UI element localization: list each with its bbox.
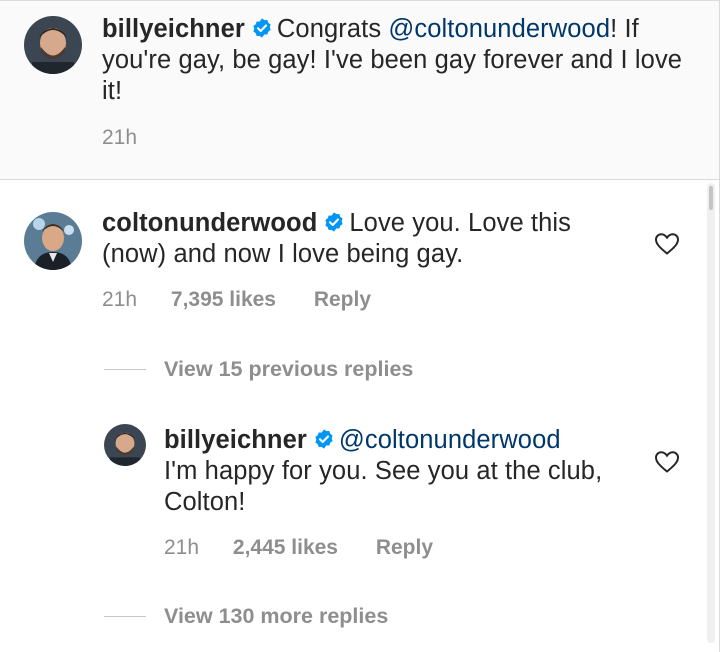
comment-meta: 21h 7,395 likes Reply: [102, 288, 371, 312]
avatar-billyeichner[interactable]: [24, 16, 82, 74]
comment-username[interactable]: coltonunderwood: [102, 209, 317, 237]
view-previous-replies[interactable]: View 15 previous replies: [104, 357, 413, 382]
caption-text-start: Congrats: [276, 15, 389, 43]
reply-username[interactable]: billyeichner: [164, 426, 307, 454]
avatar-billyeichner-reply[interactable]: [104, 424, 146, 466]
reply-reply-button[interactable]: Reply: [376, 536, 433, 560]
view-more-replies[interactable]: View 130 more replies: [104, 604, 388, 629]
view-previous-replies-label[interactable]: View 15 previous replies: [164, 357, 413, 382]
verified-badge-icon: [253, 18, 271, 38]
scrollbar-thumb[interactable]: [709, 186, 713, 210]
reply-likes[interactable]: 2,445 likes: [233, 536, 338, 560]
caption-timestamp[interactable]: 21h: [102, 126, 137, 150]
comment-likes[interactable]: 7,395 likes: [171, 288, 276, 312]
reply-mention-link[interactable]: @coltonunderwood: [339, 426, 561, 454]
heart-outline-icon[interactable]: [654, 232, 680, 256]
caption-username[interactable]: billyeichner: [102, 15, 245, 43]
comment-reply-button[interactable]: Reply: [314, 288, 371, 312]
reply-timestamp[interactable]: 21h: [164, 536, 199, 560]
thread-line: [104, 369, 146, 370]
comment-text: coltonunderwood Love you. Love this (now)…: [102, 208, 642, 270]
heart-outline-icon[interactable]: [654, 450, 680, 474]
avatar-coltonunderwood[interactable]: [24, 212, 82, 270]
caption-mention-link[interactable]: @coltonunderwood: [388, 15, 610, 43]
thread-line: [104, 616, 146, 617]
caption-text: billyeichner Congrats @coltonunderwood! I…: [102, 14, 692, 107]
reply-meta: 21h 2,445 likes Reply: [164, 536, 433, 560]
reply-text: billyeichner @coltonunderwood I'm happy fo…: [164, 425, 604, 518]
view-more-replies-label[interactable]: View 130 more replies: [164, 604, 388, 629]
comment-timestamp[interactable]: 21h: [102, 288, 137, 312]
verified-badge-icon: [315, 429, 333, 449]
reply-body: I'm happy for you. See you at the club, …: [164, 457, 603, 516]
verified-badge-icon: [325, 212, 344, 232]
caption-meta: 21h: [102, 126, 137, 150]
scrollbar-track[interactable]: [707, 183, 715, 643]
